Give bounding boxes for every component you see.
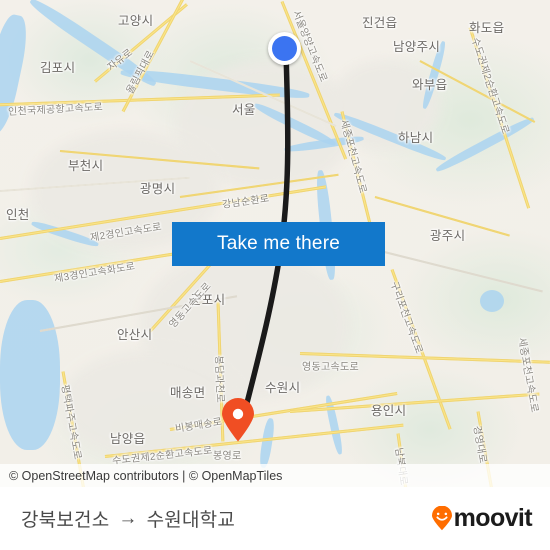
origin-dot-marker[interactable] bbox=[268, 32, 301, 65]
trip-destination-label: 수원대학교 bbox=[146, 510, 236, 531]
trip-origin-label: 강북보건소 bbox=[21, 510, 110, 531]
pin-body bbox=[222, 398, 254, 442]
arrow-right-icon: → bbox=[118, 507, 138, 529]
moovit-wordmark: moovit bbox=[453, 504, 533, 532]
pin-hole bbox=[232, 408, 244, 420]
destination-pin-marker[interactable] bbox=[221, 398, 255, 442]
map-canvas[interactable]: 고양시 김포시 자유로 올림픽대로 인천국제공항고속도로 부천시 서울 서울양양고속도로 세종포… bbox=[0, 0, 550, 487]
moovit-trip-card: 고양시 김포시 자유로 올림픽대로 인천국제공항고속도로 부천시 서울 서울양양고속도로 세종포… bbox=[0, 0, 550, 550]
moovit-pin-icon bbox=[431, 505, 453, 531]
moovit-logo[interactable]: moovit bbox=[431, 504, 533, 533]
take-me-there-button[interactable]: Take me there bbox=[172, 222, 385, 266]
map-attribution[interactable]: © OpenStreetMap contributors | © OpenMap… bbox=[0, 464, 550, 487]
trip-route-title: 강북보건소 → 수원대학교 bbox=[21, 505, 235, 532]
trip-footer: 강북보건소 → 수원대학교 moovit bbox=[0, 487, 550, 550]
origin-dot-inner bbox=[272, 36, 297, 61]
